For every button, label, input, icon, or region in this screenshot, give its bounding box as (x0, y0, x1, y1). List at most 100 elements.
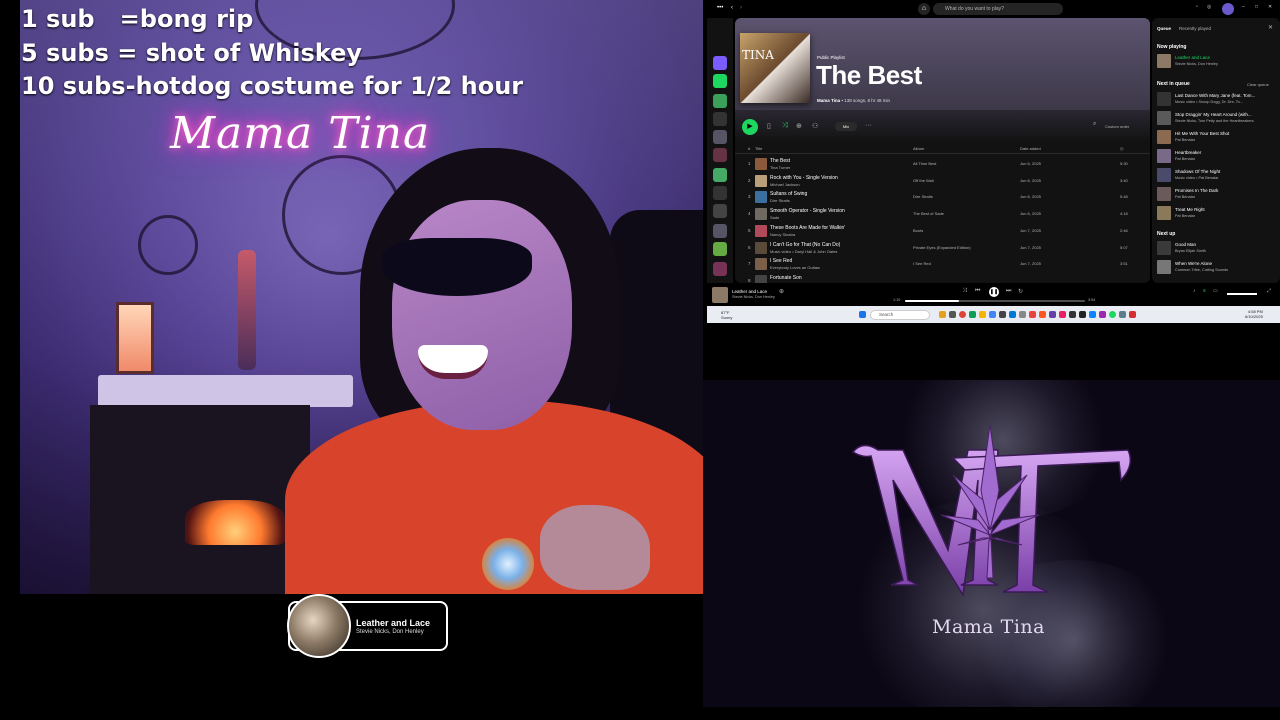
queue-item[interactable]: Promises In The Dark Pat Benatar (1157, 186, 1277, 203)
app-icon[interactable] (999, 311, 1006, 318)
table-row[interactable]: 2 Rock with You - Single Version Michael J… (735, 173, 1150, 190)
forward-icon[interactable]: › (740, 5, 742, 11)
previous-icon[interactable]: ⏮ (975, 288, 980, 295)
app-icon[interactable] (989, 311, 996, 318)
track-title[interactable]: Rock with You - Single Version (770, 175, 838, 181)
library-item[interactable] (713, 186, 727, 200)
table-row[interactable]: 5 These Boots Are Made for Walkin' Nancy S… (735, 223, 1150, 240)
search-icon[interactable]: ⌕ (1093, 121, 1096, 128)
track-album[interactable]: Off the Wall (913, 178, 934, 183)
app-icon[interactable] (1079, 311, 1086, 318)
library-item[interactable] (713, 168, 727, 182)
weather-widget[interactable]: 87°F Sunny (721, 310, 732, 320)
taskbar-clock[interactable]: 4:58 PM 6/10/2025 (1245, 309, 1263, 319)
queue-item[interactable]: Hit Me With Your Best Shot Pat Benatar (1157, 129, 1277, 146)
progress-bar[interactable] (905, 300, 1085, 302)
playlist-owner[interactable]: Mama Tina (817, 98, 840, 103)
app-icon[interactable] (1119, 311, 1126, 318)
chrome-icon[interactable] (959, 311, 966, 318)
library-item[interactable] (713, 74, 727, 88)
track-album[interactable]: Dire Straits (913, 194, 933, 199)
table-row[interactable]: 1 The Best Tina Turner All Time Best Jun 6, … (735, 156, 1150, 173)
close-icon[interactable]: ✕ (1268, 4, 1272, 10)
library-item[interactable] (713, 148, 727, 162)
app-icon[interactable] (1069, 311, 1076, 318)
track-album[interactable]: Boots (913, 228, 923, 233)
pause-button[interactable]: ❚❚ (989, 287, 999, 297)
spotify-icon[interactable] (1109, 311, 1116, 318)
app-icon[interactable] (1059, 311, 1066, 318)
fullscreen-icon[interactable]: ⤢ (1267, 288, 1271, 294)
repeat-icon[interactable]: ↻ (1018, 288, 1023, 295)
tab-recently-played[interactable]: Recently played (1179, 26, 1211, 31)
track-album[interactable]: Private Eyes (Expanded Edition) (913, 245, 971, 250)
queue-item[interactable]: Stop Draggin' My Heart Around (with... St… (1157, 110, 1277, 127)
player-thumb[interactable] (712, 287, 728, 303)
track-title[interactable]: Fortunate Son (770, 275, 802, 281)
track-artist[interactable]: Everybody Loves an Outlaw (770, 265, 820, 270)
queue-now-playing[interactable]: Leather and Lace Stevie Nicks, Don Henle… (1157, 53, 1277, 70)
close-icon[interactable]: ✕ (1268, 24, 1273, 31)
library-item[interactable] (713, 130, 727, 144)
track-artist[interactable]: Dire Straits (770, 198, 790, 203)
table-row[interactable]: 7I See Red Everybody Loves an Outlaw I See… (735, 256, 1150, 273)
clear-queue-button[interactable]: Clear queue (1247, 82, 1269, 87)
app-icon[interactable] (939, 311, 946, 318)
taskbar-search[interactable]: Search (870, 310, 930, 320)
shuffle-icon[interactable]: ⤨ (782, 122, 788, 130)
app-icon[interactable] (1089, 311, 1096, 318)
queue-item[interactable]: Shadows Of The Night Music video • Pat Be… (1157, 167, 1277, 184)
add-user-icon[interactable]: ⚇ (812, 122, 818, 130)
next-up-item[interactable]: When We're Alone Common Tribe, Cutting So… (1157, 259, 1277, 276)
library-item[interactable] (713, 242, 727, 256)
library-item[interactable] (713, 224, 727, 238)
app-icon[interactable] (1099, 311, 1106, 318)
track-title[interactable]: I Can't Go for That (No Can Do) (770, 242, 840, 248)
track-artist[interactable]: Nancy Sinatra (770, 232, 795, 237)
track-artist[interactable]: Music video • Daryl Hall & John Oates (770, 249, 837, 254)
mix-button[interactable]: Mix (835, 122, 857, 131)
table-row[interactable]: 3 Sultans of Swing Dire Straits Dire Strait… (735, 189, 1150, 206)
queue-icon[interactable]: ≡ (1203, 288, 1206, 294)
col-album[interactable]: Album (913, 146, 924, 151)
app-icon[interactable] (1019, 311, 1026, 318)
track-artist[interactable]: Sade (770, 215, 779, 220)
track-title[interactable]: The Best (770, 158, 790, 164)
app-icon[interactable] (949, 311, 956, 318)
library-item[interactable] (713, 112, 727, 126)
col-title[interactable]: Title (755, 146, 762, 151)
app-icon[interactable] (1009, 311, 1016, 318)
library-item[interactable] (713, 262, 727, 276)
track-album[interactable]: All Time Best (913, 161, 936, 166)
download-icon[interactable]: ⊕ (796, 122, 802, 130)
queue-item[interactable]: Last Dance With Mary Jane (feat. Tom... M… (1157, 91, 1277, 108)
app-icon[interactable] (969, 311, 976, 318)
player-title[interactable]: Leather and Lace (732, 289, 767, 294)
track-album[interactable]: The Best of Sade (913, 211, 944, 216)
maximize-icon[interactable]: □ (1255, 4, 1258, 10)
back-icon[interactable]: ‹ (731, 5, 733, 11)
avatar[interactable] (1222, 3, 1234, 15)
home-icon[interactable]: ⌂ (918, 3, 930, 15)
library-item[interactable] (713, 56, 727, 70)
track-title[interactable]: Sultans of Swing (770, 191, 807, 197)
more-options-icon[interactable]: ··· (865, 122, 872, 129)
col-date-added[interactable]: Date added (1020, 146, 1041, 151)
table-row[interactable]: 6 I Can't Go for That (No Can Do) Music vi… (735, 240, 1150, 257)
app-icon[interactable] (1039, 311, 1046, 318)
player-artist[interactable]: Stevie Nicks, Don Henley (732, 295, 775, 299)
friends-icon[interactable]: ◎ (1207, 4, 1211, 10)
volume-slider[interactable] (1227, 293, 1257, 295)
track-title[interactable]: These Boots Are Made for Walkin' (770, 225, 845, 231)
sort-order[interactable]: Custom order (1105, 124, 1129, 129)
start-icon[interactable] (859, 311, 866, 318)
app-icon[interactable] (1049, 311, 1056, 318)
library-item[interactable] (713, 94, 727, 108)
add-icon[interactable]: ⊕ (779, 288, 784, 295)
library-item[interactable] (713, 204, 727, 218)
shuffle-icon[interactable]: ⤨ (962, 288, 967, 295)
track-artist[interactable]: Michael Jackson (770, 182, 800, 187)
next-icon[interactable]: ⏭ (1006, 288, 1011, 295)
queue-item[interactable]: Heartbreaker Pat Benatar (1157, 148, 1277, 165)
track-album[interactable]: I See Red (913, 261, 931, 266)
